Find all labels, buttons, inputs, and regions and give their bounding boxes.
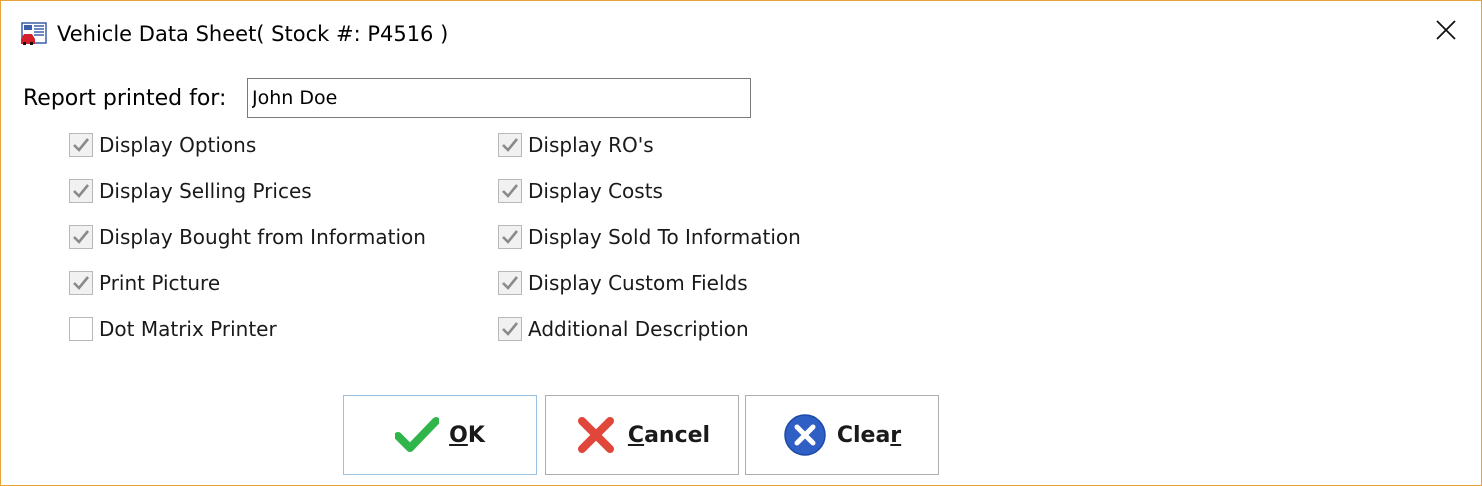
- checkbox-box[interactable]: [69, 133, 93, 157]
- clear-button-label: Clear: [836, 422, 902, 448]
- checkbox-display-selling-prices[interactable]: Display Selling Prices: [69, 176, 312, 206]
- checkbox-label: Display Selling Prices: [99, 179, 312, 203]
- ok-button[interactable]: OK: [343, 395, 537, 475]
- checkbox-box[interactable]: [498, 133, 522, 157]
- checkbox-display-options[interactable]: Display Options: [69, 130, 256, 160]
- checkbox-box[interactable]: [498, 271, 522, 295]
- checkbox-label: Additional Description: [528, 317, 749, 341]
- checkbox-label: Display Custom Fields: [528, 271, 748, 295]
- dialog-window: Vehicle Data Sheet( Stock #: P4516 ) Rep…: [0, 0, 1482, 486]
- checkbox-label: Dot Matrix Printer: [99, 317, 277, 341]
- checkmark-icon: [395, 413, 440, 457]
- checkbox-label: Display Costs: [528, 179, 663, 203]
- cancel-button[interactable]: Cancel: [545, 395, 739, 475]
- checkbox-label: Display RO's: [528, 133, 654, 157]
- checkbox-box[interactable]: [498, 179, 522, 203]
- checkbox-display-sold-to-information[interactable]: Display Sold To Information: [498, 222, 801, 252]
- checkbox-dot-matrix-printer[interactable]: Dot Matrix Printer: [69, 314, 277, 344]
- checkbox-display-bought-from-information[interactable]: Display Bought from Information: [69, 222, 426, 252]
- close-icon: [1435, 19, 1457, 45]
- checkbox-box[interactable]: [69, 317, 93, 341]
- checkbox-display-custom-fields[interactable]: Display Custom Fields: [498, 268, 748, 298]
- blue-circle-x-icon: [783, 413, 827, 457]
- checkbox-box[interactable]: [69, 225, 93, 249]
- clear-button[interactable]: Clear: [745, 395, 939, 475]
- checkbox-display-ros[interactable]: Display RO's: [498, 130, 654, 160]
- checkbox-label: Display Bought from Information: [99, 225, 426, 249]
- window-title: Vehicle Data Sheet( Stock #: P4516 ): [57, 22, 449, 46]
- close-button[interactable]: [1419, 11, 1473, 53]
- report-printed-for-input[interactable]: [247, 78, 751, 118]
- checkbox-label: Display Options: [99, 133, 257, 157]
- checkbox-display-costs[interactable]: Display Costs: [498, 176, 663, 206]
- ok-button-label: OK: [449, 422, 485, 448]
- checkbox-box[interactable]: [498, 225, 522, 249]
- checkbox-box[interactable]: [498, 317, 522, 341]
- checkbox-additional-description[interactable]: Additional Description: [498, 314, 749, 344]
- checkbox-label: Display Sold To Information: [528, 225, 801, 249]
- red-x-icon: [574, 413, 618, 457]
- report-printed-for-label: Report printed for:: [23, 86, 227, 111]
- cancel-button-label: Cancel: [627, 422, 711, 448]
- checkbox-box[interactable]: [69, 179, 93, 203]
- checkbox-print-picture[interactable]: Print Picture: [69, 268, 220, 298]
- vehicle-datasheet-icon: [20, 22, 48, 46]
- checkbox-box[interactable]: [69, 271, 93, 295]
- title-bar: Vehicle Data Sheet( Stock #: P4516 ): [1, 1, 1481, 63]
- checkbox-label: Print Picture: [99, 271, 221, 295]
